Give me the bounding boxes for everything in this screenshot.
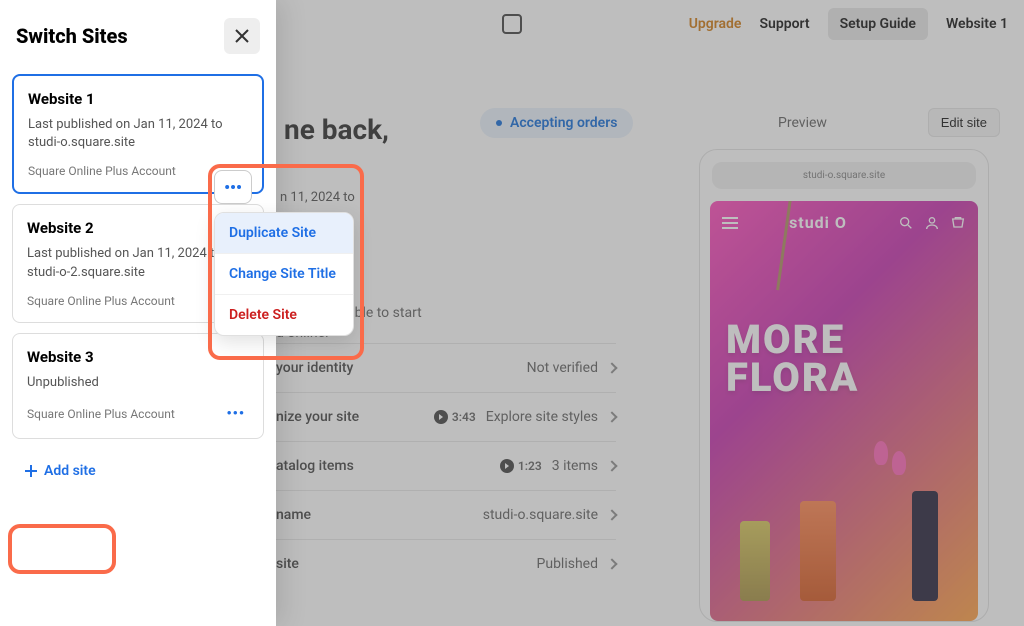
add-site-label: Add site bbox=[44, 463, 96, 479]
site-more-button[interactable]: ••• bbox=[222, 404, 249, 424]
add-site-button[interactable]: Add site bbox=[16, 453, 104, 489]
drawer-title: Switch Sites bbox=[16, 24, 128, 48]
site-card-title: Website 1 bbox=[28, 90, 248, 108]
menu-duplicate-site[interactable]: Duplicate Site bbox=[215, 213, 353, 254]
more-actions-button[interactable]: ••• bbox=[214, 170, 252, 204]
menu-change-title[interactable]: Change Site Title bbox=[215, 254, 353, 295]
menu-delete-site[interactable]: Delete Site bbox=[215, 295, 353, 335]
site-card-plan: Square Online Plus Account bbox=[27, 294, 175, 308]
site-card-title: Website 3 bbox=[27, 348, 249, 366]
close-button[interactable] bbox=[224, 18, 260, 54]
site-card-website-3[interactable]: Website 3 Unpublished Square Online Plus… bbox=[12, 333, 264, 439]
site-actions-popover: ••• Duplicate Site Change Site Title Del… bbox=[214, 170, 360, 336]
site-card-plan: Square Online Plus Account bbox=[28, 164, 176, 178]
site-card-published-info: Last published on Jan 11, 2024 to studi-… bbox=[28, 116, 248, 152]
close-icon bbox=[235, 29, 249, 43]
site-card-published-info: Unpublished bbox=[27, 374, 249, 392]
plus-icon bbox=[24, 464, 38, 478]
site-card-plan: Square Online Plus Account bbox=[27, 407, 175, 421]
site-actions-menu: Duplicate Site Change Site Title Delete … bbox=[214, 212, 354, 336]
